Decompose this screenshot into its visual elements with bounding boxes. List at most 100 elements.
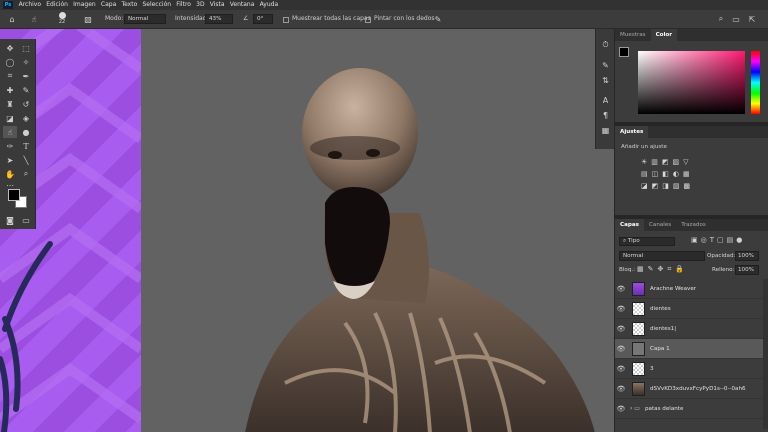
tab-ajustes[interactable]: Ajustes: [615, 126, 649, 138]
color-field[interactable]: [638, 51, 745, 114]
healing-brush-icon[interactable]: ✚: [3, 84, 17, 96]
panel-icon-strip: ⏱ ✎ ⇅ A ¶ ▦: [595, 29, 614, 149]
layer-thumbnail: [632, 321, 645, 336]
adjust-panel-icon[interactable]: ⇅: [599, 74, 612, 86]
libraries-panel-icon[interactable]: ▦: [599, 124, 612, 136]
share-icon[interactable]: ⇱: [746, 13, 758, 25]
layer-thumbnail: [632, 381, 645, 396]
layer-row[interactable]: 👁 dSVvKD3xduvxFcyPyD1s--0--0ah6: [615, 379, 763, 399]
intensity-input[interactable]: 43%: [205, 14, 233, 24]
history-brush-icon[interactable]: ↺: [19, 98, 33, 110]
layers-tabs: Capas Canales Trazados: [615, 219, 768, 231]
path-selection-icon[interactable]: ➤: [3, 154, 17, 166]
paragraph-panel-icon[interactable]: ¶: [599, 109, 612, 121]
opacity-label: Opacidad:: [707, 253, 736, 259]
tab-trazados[interactable]: Trazados: [676, 219, 711, 231]
marquee-tool-icon[interactable]: ⬚: [19, 42, 33, 54]
finger-paint-checkbox[interactable]: [365, 16, 371, 23]
menu-3d[interactable]: 3D: [194, 0, 208, 10]
fg-color-chip[interactable]: [619, 47, 629, 57]
type-tool-icon[interactable]: T: [19, 140, 33, 152]
foreground-color-swatch[interactable]: [8, 189, 20, 201]
mode-select[interactable]: Normal: [124, 14, 166, 24]
brush-tool-icon[interactable]: ✎: [19, 84, 33, 96]
menu-ayuda[interactable]: Ayuda: [257, 0, 281, 10]
lock-icons[interactable]: ▦✎✥⌗🔒: [637, 265, 688, 274]
layer-name: patas delante: [644, 405, 684, 412]
quick-mask-icon[interactable]: ◙: [3, 214, 17, 226]
eye-icon[interactable]: 👁: [615, 345, 627, 353]
layer-thumbnail: [632, 361, 645, 376]
adjustment-icons[interactable]: ☀▥◩▨▽ ▤◫◧◐▦ ◪◩◨▨▩: [641, 156, 731, 192]
layer-row[interactable]: 👁 dientes: [615, 299, 763, 319]
layer-filter-icons[interactable]: ▣◎T▢▤●: [691, 236, 745, 244]
zoom-tool-icon[interactable]: ⌕: [19, 168, 33, 180]
layer-name: dientes: [650, 305, 671, 312]
blend-mode-select[interactable]: Normal: [619, 251, 705, 261]
lasso-tool-icon[interactable]: ◯: [3, 56, 17, 68]
eye-icon[interactable]: 👁: [615, 305, 627, 313]
brush-preset-picker[interactable]: 22: [55, 12, 69, 27]
layer-name: 3: [650, 365, 654, 372]
smudge-tool-icon[interactable]: ☝: [28, 13, 40, 25]
document-canvas[interactable]: [0, 29, 614, 432]
menu-texto[interactable]: Texto: [119, 0, 140, 10]
sample-all-label: Muestrear todas las capas: [292, 15, 371, 22]
dodge-tool-icon[interactable]: ●: [19, 126, 33, 138]
screen-mode-icon[interactable]: ▭: [19, 214, 33, 226]
pen-tool-icon[interactable]: ✑: [3, 140, 17, 152]
character-panel-icon[interactable]: A: [599, 94, 612, 106]
layer-row-selected[interactable]: 👁 Capa 1: [615, 339, 763, 359]
smudge-tool-icon[interactable]: ☝: [3, 126, 17, 138]
add-adjustment-label: Añadir un ajuste: [621, 144, 667, 150]
finger-paint-label: Pintar con los dedos: [374, 15, 435, 22]
search-icon[interactable]: ⌕: [715, 13, 727, 25]
layer-group-row[interactable]: 👁 › ▭ patas delante: [615, 399, 763, 419]
eraser-tool-icon[interactable]: ◪: [3, 112, 17, 124]
tab-color[interactable]: Color: [650, 29, 678, 41]
tab-muestras[interactable]: Muestras: [615, 29, 651, 41]
folder-icon[interactable]: › ▭: [630, 405, 640, 412]
menu-ventana[interactable]: Ventana: [227, 0, 257, 10]
layers-scrollbar[interactable]: [763, 279, 768, 429]
fill-label: Relleno:: [712, 267, 735, 273]
home-icon[interactable]: ⌂: [6, 13, 18, 25]
menu-capa[interactable]: Capa: [98, 0, 119, 10]
eye-icon[interactable]: 👁: [615, 325, 627, 333]
layer-row[interactable]: 👁 dientes1|: [615, 319, 763, 339]
history-panel-icon[interactable]: ⏱: [599, 39, 612, 51]
menu-archivo[interactable]: Archivo: [16, 0, 44, 10]
fill-input[interactable]: 100%: [735, 265, 759, 275]
menu-filtro[interactable]: Filtro: [174, 0, 194, 10]
brush-settings-icon[interactable]: ▧: [82, 13, 94, 25]
menu-seleccion[interactable]: Selección: [140, 0, 174, 10]
layer-name: dientes1|: [650, 325, 677, 332]
paint-bucket-icon[interactable]: ◈: [19, 112, 33, 124]
eye-icon[interactable]: 👁: [615, 385, 627, 393]
magic-wand-icon[interactable]: ✧: [19, 56, 33, 68]
menu-edicion[interactable]: Edición: [44, 0, 71, 10]
menu-vista[interactable]: Vista: [207, 0, 227, 10]
eye-icon[interactable]: 👁: [615, 285, 627, 293]
hue-slider[interactable]: [751, 51, 760, 114]
sample-all-checkbox[interactable]: [283, 16, 289, 23]
menu-imagen[interactable]: Imagen: [71, 0, 99, 10]
tab-canales[interactable]: Canales: [644, 219, 676, 231]
eye-icon[interactable]: 👁: [615, 365, 627, 373]
layer-filter-select[interactable]: ⌕ Tipo: [619, 237, 675, 246]
stamp-tool-icon[interactable]: ♜: [3, 98, 17, 110]
angle-input[interactable]: 0°: [253, 14, 273, 24]
tab-capas[interactable]: Capas: [615, 219, 644, 231]
shape-tool-icon[interactable]: ╲: [19, 154, 33, 166]
pressure-icon[interactable]: ✎: [432, 13, 444, 25]
eyedropper-icon[interactable]: ✒: [19, 70, 33, 82]
layer-row[interactable]: 👁 Arachne Weaver: [615, 279, 763, 299]
move-tool-icon[interactable]: ✥: [3, 42, 17, 54]
crop-tool-icon[interactable]: ⌗: [3, 70, 17, 82]
layer-row[interactable]: 👁 3: [615, 359, 763, 379]
brush-panel-icon[interactable]: ✎: [599, 59, 612, 71]
opacity-input[interactable]: 100%: [735, 251, 759, 261]
eye-icon[interactable]: 👁: [615, 405, 627, 413]
workspace-icon[interactable]: ▭: [730, 13, 742, 25]
color-panel-tabs: Muestras Color: [615, 29, 768, 41]
